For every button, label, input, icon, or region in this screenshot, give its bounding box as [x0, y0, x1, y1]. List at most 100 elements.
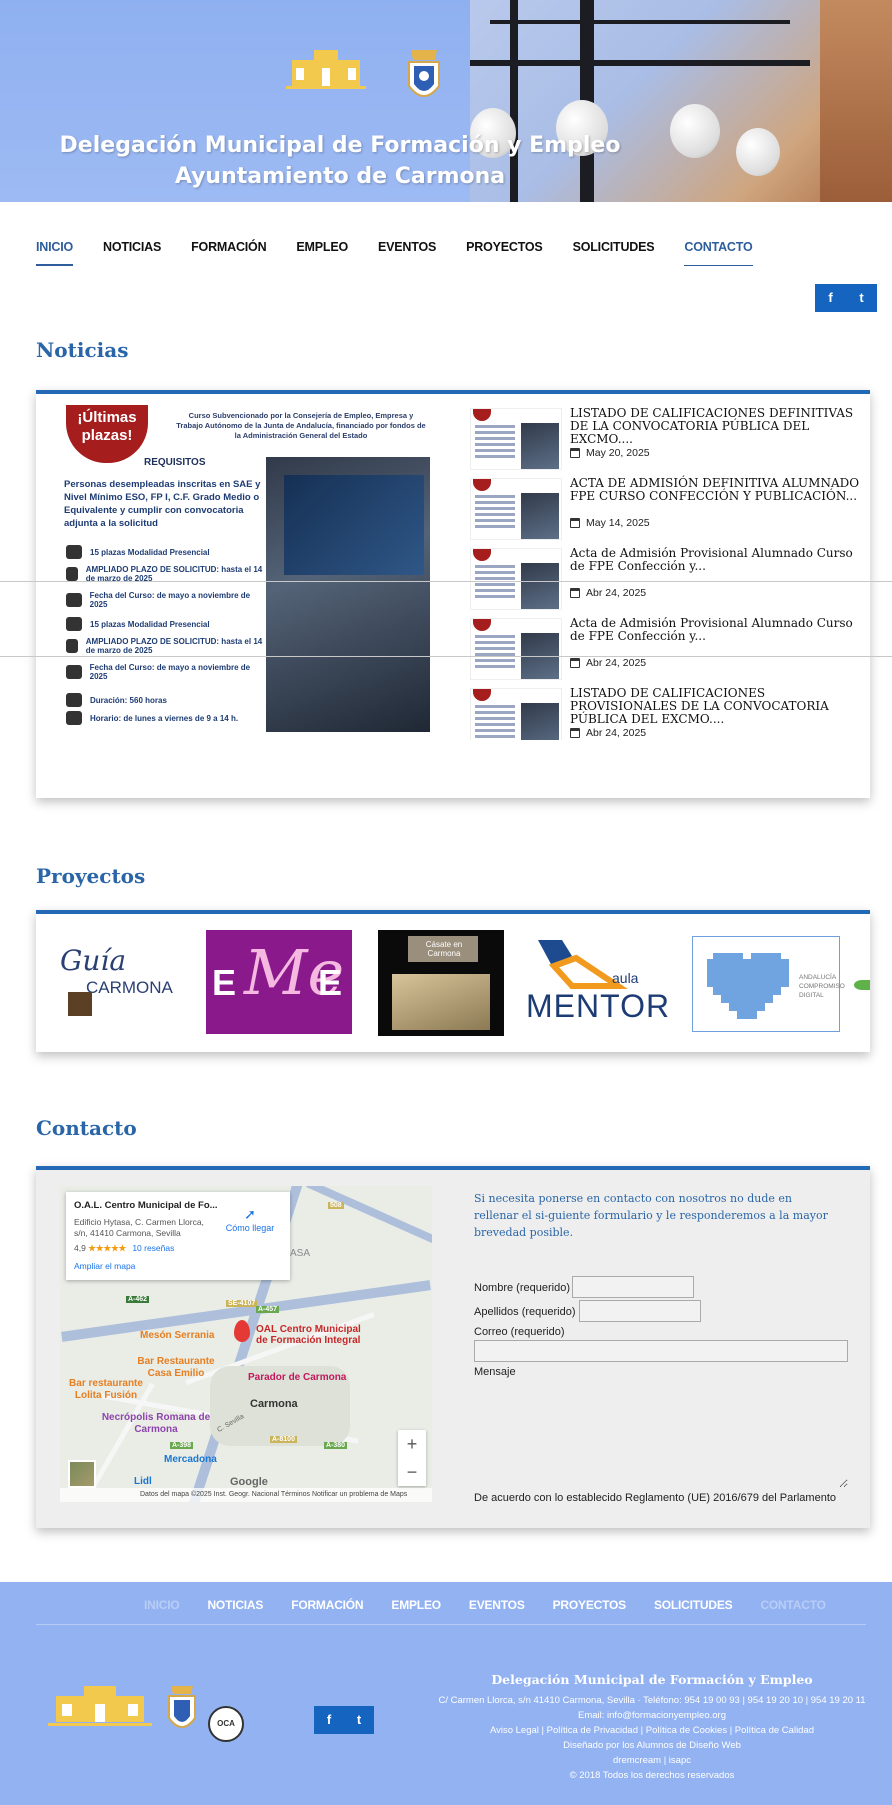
footer-nav-empleo[interactable]: EMPLEO	[391, 1598, 441, 1612]
nav-item-eventos[interactable]: EVENTOS	[378, 240, 436, 266]
news-thumbnail	[470, 478, 562, 540]
footer: INICIO NOTICIAS FORMACIÓN EMPLEO EVENTOS…	[0, 1582, 892, 1805]
zoom-out-button[interactable]: −	[398, 1458, 426, 1486]
book-icon	[66, 693, 82, 707]
nav-item-formacion[interactable]: FORMACIÓN	[191, 240, 266, 266]
eme-left-e: E	[212, 962, 237, 1003]
news-title[interactable]: Acta de Admisión Provisional Alumnado Cu…	[570, 547, 862, 573]
news-date: Abr 24, 2025	[570, 587, 646, 599]
timer-icon	[66, 567, 78, 581]
news-title[interactable]: LISTADO DE CALIFICACIONES DEFINITIVAS DE…	[570, 407, 862, 446]
nav-item-solicitudes[interactable]: SOLICITUDES	[573, 240, 655, 266]
nav-item-inicio[interactable]: INICIO	[36, 240, 73, 266]
news-title[interactable]: LISTADO DE CALIFICACIONES PROVISIONALES …	[570, 687, 862, 726]
news-item[interactable]: ACTA DE ADMISIÓN DEFINITIVA ALUMNADO FPE…	[470, 474, 862, 544]
nav-item-contacto[interactable]: CONTACTO	[684, 240, 753, 266]
map-enlarge-link[interactable]: Ampliar el mapa	[74, 1261, 282, 1271]
twitter-icon[interactable]: t	[344, 1706, 374, 1734]
news-item[interactable]: Acta de Admisión Provisional Alumnado Cu…	[470, 614, 862, 684]
correo-field[interactable]	[474, 1340, 848, 1362]
google-logo: Google	[230, 1476, 268, 1488]
project-logo-casate[interactable]: Cásate en Carmona	[378, 930, 504, 1036]
calendar-icon	[570, 518, 580, 528]
nombre-field[interactable]	[572, 1276, 694, 1298]
directions-icon: ➚	[244, 1206, 256, 1222]
footer-nav-noticias[interactable]: NOTICIAS	[207, 1598, 263, 1612]
footer-nav-formacion[interactable]: FORMACIÓN	[291, 1598, 363, 1612]
footer-nav-solicitudes[interactable]: SOLICITUDES	[654, 1598, 733, 1612]
header-title: Delegación Municipal de Formación y Empl…	[59, 133, 621, 158]
main-nav: INICIO NOTICIAS FORMACIÓN EMPLEO EVENTOS…	[36, 240, 783, 266]
featured-news[interactable]: ¡Últimas plazas! Curso Subvencionado por…	[56, 405, 430, 735]
coat-of-arms-icon	[168, 1686, 196, 1728]
map-label: Mesón Serrania	[140, 1330, 215, 1341]
footer-address: C/ Carmen Llorca, s/n 41410 Carmona, Sev…	[438, 1695, 866, 1706]
footer-nav-eventos[interactable]: EVENTOS	[469, 1598, 525, 1612]
map-label: A-398	[170, 1442, 194, 1449]
nombre-label: Nombre (requerido)	[474, 1282, 570, 1294]
map-label: Mercadona	[164, 1454, 217, 1465]
nav-item-empleo[interactable]: EMPLEO	[296, 240, 348, 266]
nav-item-noticias[interactable]: NOTICIAS	[103, 240, 161, 266]
news-item[interactable]: Acta de Admisión Provisional Alumnado Cu…	[470, 544, 862, 614]
correo-label: Correo (requerido)	[474, 1326, 565, 1338]
satellite-toggle-icon[interactable]	[68, 1460, 96, 1488]
contacto-card: O.A.L. Centro Municipal de Fo... Edifici…	[36, 1166, 870, 1528]
footer-authors[interactable]: dremcream | isapc	[432, 1753, 872, 1768]
project-logo-guia-carmona[interactable]: Guía CARMONA	[56, 944, 186, 1022]
footer-nav-proyectos[interactable]: PROYECTOS	[553, 1598, 627, 1612]
footer-divider	[36, 1624, 866, 1625]
poster-row: 15 plazas Modalidad Presencial	[66, 617, 266, 631]
apellidos-label: Apellidos (requerido)	[474, 1306, 576, 1318]
header-banner: Delegación Municipal de Formación y Empl…	[0, 0, 892, 202]
timer-icon	[66, 639, 78, 653]
news-list: LISTADO DE CALIFICACIONES DEFINITIVAS DE…	[470, 404, 862, 740]
project-logo-compromiso-digital[interactable]: ANDALUCÍA COMPROMISO DIGITAL	[692, 936, 845, 1032]
twitter-icon[interactable]: t	[846, 284, 877, 312]
map-pin-icon[interactable]	[234, 1320, 250, 1342]
facebook-icon[interactable]: f	[815, 284, 846, 312]
footer-email[interactable]: Email: info@formacionyempleo.org	[432, 1708, 872, 1723]
footer-info: Delegación Municipal de Formación y Empl…	[432, 1672, 872, 1783]
poster-row: Fecha del Curso: de mayo a noviembre de …	[66, 663, 266, 681]
project-logo-aula-mentor[interactable]: aula MENTOR	[526, 936, 669, 1032]
footer-legal-links[interactable]: Aviso Legal | Política de Privacidad | P…	[432, 1723, 872, 1738]
eme-right-e: E	[318, 962, 343, 1003]
footer-nav-contacto[interactable]: CONTACTO	[760, 1598, 825, 1612]
carmona-text: CARMONA	[86, 978, 173, 997]
poster-subtitle: Curso Subvencionado por la Consejería de…	[176, 411, 426, 440]
mensaje-field[interactable]	[474, 1378, 848, 1488]
casate-text: Cásate en Carmona	[425, 940, 463, 958]
divider-line	[0, 581, 892, 582]
news-date: Abr 24, 2025	[570, 657, 646, 669]
footer-nav: INICIO NOTICIAS FORMACIÓN EMPLEO EVENTOS…	[144, 1598, 854, 1612]
news-thumbnail	[470, 408, 562, 470]
map-directions[interactable]: ➚ Cómo llegar	[220, 1206, 280, 1233]
person-icon	[66, 545, 82, 559]
laptop-image	[266, 457, 430, 732]
news-title[interactable]: Acta de Admisión Provisional Alumnado Cu…	[570, 617, 862, 643]
google-map[interactable]: O.A.L. Centro Municipal de Fo... Edifici…	[60, 1186, 432, 1502]
footer-nav-inicio[interactable]: INICIO	[144, 1598, 180, 1612]
map-label: 508	[328, 1202, 344, 1209]
map-label: A-457	[256, 1306, 280, 1313]
apellidos-field[interactable]	[579, 1300, 701, 1322]
project-logo-eme[interactable]: E Me E	[206, 930, 352, 1034]
map-label: A-462	[126, 1296, 150, 1303]
map-label: A-8100	[270, 1436, 297, 1443]
news-thumbnail	[470, 548, 562, 610]
news-item[interactable]: LISTADO DE CALIFICACIONES PROVISIONALES …	[470, 684, 862, 740]
zoom-in-button[interactable]: +	[398, 1430, 426, 1458]
map-label: ASA	[290, 1248, 311, 1259]
map-label-oal: OAL Centro Municipal de Formación Integr…	[256, 1324, 361, 1346]
news-date: May 14, 2025	[570, 517, 650, 529]
news-title[interactable]: ACTA DE ADMISIÓN DEFINITIVA ALUMNADO FPE…	[570, 477, 862, 503]
news-item[interactable]: LISTADO DE CALIFICACIONES DEFINITIVAS DE…	[470, 404, 862, 474]
castle-logo-icon	[286, 50, 366, 89]
calendar-icon	[570, 658, 580, 668]
facebook-icon[interactable]: f	[314, 1706, 344, 1734]
noticias-card: ¡Últimas plazas! Curso Subvencionado por…	[36, 390, 870, 798]
calendar-icon	[570, 448, 580, 458]
nav-item-proyectos[interactable]: PROYECTOS	[466, 240, 543, 266]
calendar-icon	[66, 593, 82, 607]
